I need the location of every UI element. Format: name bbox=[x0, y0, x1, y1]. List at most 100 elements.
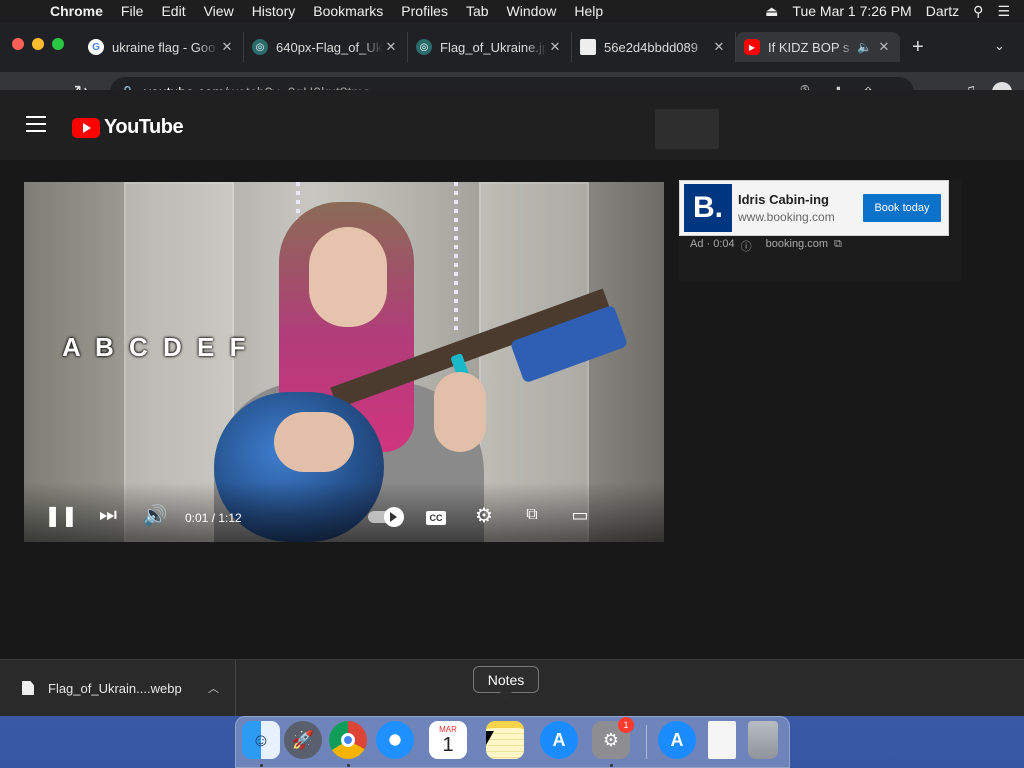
video-scene-lights bbox=[454, 182, 458, 332]
close-window-button[interactable] bbox=[12, 38, 24, 50]
tab-strip: G ukraine flag - Goo ✕ ◎ 640px-Flag_of_U… bbox=[0, 22, 1024, 72]
tab-title: ukraine flag - Goo bbox=[112, 39, 216, 55]
player-controls: ❚❚ ⏭ 🔊 0:01 / 1:12 CC ⚙ ⧉ ▭ bbox=[24, 482, 664, 542]
youtube-logo-text: YouTube bbox=[104, 116, 184, 138]
close-tab-icon[interactable]: ✕ bbox=[547, 39, 563, 55]
wikimedia-icon: ◎ bbox=[252, 39, 268, 55]
menu-bar: Chrome File Edit View History Bookmarks … bbox=[0, 0, 1024, 22]
chevron-down-icon[interactable]: ⌄ bbox=[994, 38, 1005, 54]
tab-image-file[interactable]: 56e2d4bbdd089 ✕ bbox=[572, 32, 736, 62]
spotlight-search-icon[interactable]: ⚲ bbox=[973, 3, 983, 20]
tab-flag-of-ukraine-jpg[interactable]: ◎ Flag_of_Ukraine.jp ✕ bbox=[408, 32, 572, 62]
launchpad-icon[interactable]: 🚀 bbox=[284, 721, 322, 759]
menu-edit[interactable]: Edit bbox=[152, 3, 194, 19]
tab-audio-icon[interactable]: 🔈 bbox=[857, 40, 872, 54]
menu-view[interactable]: View bbox=[195, 3, 243, 19]
miniplayer-icon[interactable]: ⧉ bbox=[519, 502, 545, 528]
info-icon[interactable]: ⓘ bbox=[741, 238, 752, 254]
wikimedia-icon: ◎ bbox=[416, 39, 432, 55]
google-icon: G bbox=[88, 39, 104, 55]
control-center-icon[interactable]: ☰ bbox=[997, 3, 1010, 20]
finder-icon[interactable]: ☺ bbox=[242, 721, 280, 759]
calendar-month: MAR bbox=[439, 724, 457, 734]
notification-badge: 1 bbox=[618, 717, 634, 733]
minimize-window-button[interactable] bbox=[32, 38, 44, 50]
close-tab-icon[interactable]: ✕ bbox=[711, 39, 727, 55]
download-item[interactable]: Flag_of_Ukrain....webp ︿ bbox=[0, 660, 236, 716]
calendar-icon[interactable]: MAR 1 bbox=[429, 721, 467, 759]
trash-icon[interactable] bbox=[748, 721, 778, 759]
menu-help[interactable]: Help bbox=[565, 3, 612, 19]
external-link-icon: ⧉ bbox=[834, 238, 842, 250]
youtube-logo[interactable]: YouTube bbox=[72, 116, 184, 139]
chevron-up-icon[interactable]: ︿ bbox=[208, 680, 219, 696]
booking-logo: B. bbox=[684, 184, 732, 232]
theater-mode-icon[interactable]: ▭ bbox=[567, 502, 593, 528]
ad-meta: Ad · 0:04 ⓘ booking.com ⧉ bbox=[690, 238, 842, 254]
menu-history[interactable]: History bbox=[243, 3, 305, 19]
hamburger-menu-icon[interactable] bbox=[26, 116, 46, 132]
dock-separator bbox=[646, 725, 647, 759]
running-indicator bbox=[610, 764, 613, 767]
video-player[interactable]: A B C D E F ❚❚ ⏭ 🔊 0:01 / 1:12 CC ⚙ ⧉ ▭ bbox=[24, 182, 664, 542]
video-hand bbox=[434, 372, 486, 452]
tab-title: If KIDZ BOP s bbox=[768, 39, 850, 55]
video-hand bbox=[274, 412, 354, 472]
menu-profiles[interactable]: Profiles bbox=[392, 3, 457, 19]
mouse-cursor bbox=[486, 731, 494, 745]
app-store-icon[interactable]: A bbox=[540, 721, 578, 759]
video-person-face bbox=[309, 227, 387, 327]
ad-link[interactable]: booking.com bbox=[766, 238, 828, 254]
menu-file[interactable]: File bbox=[112, 3, 153, 19]
window-controls bbox=[12, 38, 64, 50]
pause-icon[interactable]: ❚❚ bbox=[44, 502, 78, 528]
youtube-header: YouTube bbox=[0, 90, 1024, 160]
menu-window[interactable]: Window bbox=[498, 3, 566, 19]
calendar-day: 1 bbox=[442, 733, 454, 756]
tab-youtube-active[interactable]: ▶ If KIDZ BOP s 🔈 ✕ bbox=[736, 32, 900, 62]
app-store-folder-icon[interactable]: A bbox=[658, 721, 696, 759]
zoom-window-button[interactable] bbox=[52, 38, 64, 50]
autoplay-toggle[interactable] bbox=[368, 507, 404, 527]
close-tab-icon[interactable]: ✕ bbox=[876, 39, 892, 55]
tab-ukraine-flag-google[interactable]: G ukraine flag - Goo ✕ bbox=[80, 32, 244, 62]
tab-title: 56e2d4bbdd089 bbox=[604, 39, 698, 55]
page-icon bbox=[580, 39, 596, 55]
ad-card[interactable]: B. Idris Cabin-ing www.booking.com Book … bbox=[679, 180, 949, 236]
avatar-placeholder[interactable] bbox=[728, 109, 768, 149]
close-tab-icon[interactable]: ✕ bbox=[383, 39, 399, 55]
menu-app-chrome[interactable]: Chrome bbox=[44, 3, 112, 19]
running-indicator bbox=[260, 764, 263, 767]
tab-title: 640px-Flag_of_Ukr bbox=[276, 39, 383, 55]
volume-icon[interactable]: 🔊 bbox=[142, 502, 168, 528]
safari-icon[interactable]: ✧ bbox=[376, 721, 414, 759]
book-today-button[interactable]: Book today bbox=[863, 194, 941, 222]
document-icon[interactable] bbox=[708, 721, 736, 759]
ad-label: Ad · 0:04 bbox=[690, 238, 735, 250]
dock-tooltip: Notes bbox=[473, 666, 539, 699]
ad-title: Idris Cabin-ing bbox=[738, 192, 829, 207]
tab-title: Flag_of_Ukraine.jp bbox=[440, 39, 547, 55]
download-filename: Flag_of_Ukrain....webp bbox=[48, 680, 182, 696]
captions-button[interactable]: CC bbox=[426, 511, 446, 525]
video-overlay-text: A B C D E F bbox=[62, 332, 250, 362]
autoplay-play-icon bbox=[390, 512, 397, 522]
new-tab-icon[interactable]: + bbox=[912, 36, 924, 59]
dock: ☺ 🚀 ✧ MAR 1 A ⚙ 1 A bbox=[235, 716, 790, 768]
close-tab-icon[interactable]: ✕ bbox=[219, 39, 235, 55]
eject-icon[interactable]: ⏏ bbox=[765, 3, 778, 20]
settings-gear-icon[interactable]: ⚙ bbox=[471, 502, 497, 528]
youtube-play-icon bbox=[72, 117, 100, 138]
menubar-user[interactable]: Dartz bbox=[926, 3, 959, 19]
running-indicator bbox=[347, 764, 350, 767]
youtube-icon: ▶ bbox=[744, 39, 760, 55]
next-video-icon[interactable]: ⏭ bbox=[95, 502, 121, 528]
sign-in-placeholder[interactable] bbox=[655, 109, 719, 149]
file-icon bbox=[22, 681, 34, 695]
tab-640px-flag[interactable]: ◎ 640px-Flag_of_Ukr ✕ bbox=[244, 32, 408, 62]
menu-tab[interactable]: Tab bbox=[457, 3, 498, 19]
chrome-icon[interactable] bbox=[329, 721, 367, 759]
menubar-clock[interactable]: Tue Mar 1 7:26 PM bbox=[792, 3, 911, 19]
menu-bookmarks[interactable]: Bookmarks bbox=[304, 3, 392, 19]
ad-url: www.booking.com bbox=[738, 210, 835, 224]
